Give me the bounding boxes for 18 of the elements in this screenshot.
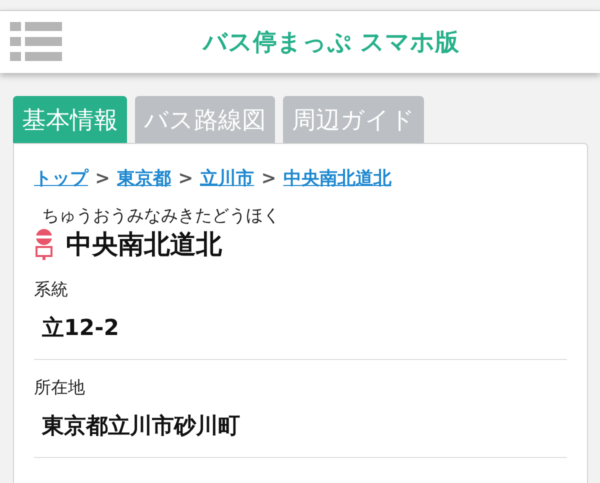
- bus-stop-icon: [34, 228, 54, 260]
- breadcrumb-separator: >: [95, 168, 110, 188]
- breadcrumb-link[interactable]: 東京都: [117, 166, 172, 190]
- breadcrumb-link[interactable]: 中央南北道北: [283, 166, 392, 190]
- breadcrumb-link[interactable]: トップ: [34, 166, 88, 190]
- breadcrumb-separator: >: [261, 168, 276, 188]
- app-title: バス停まっぷ スマホ版: [201, 27, 460, 58]
- field-label: 系統: [34, 279, 69, 301]
- stop-name: 中央南北道北: [66, 229, 222, 262]
- field-value: 立12-2: [42, 314, 120, 343]
- tab[interactable]: 基本情報: [13, 96, 127, 143]
- field-value: 東京都立川市砂川町: [42, 412, 241, 441]
- menu-button[interactable]: [10, 22, 62, 62]
- breadcrumb-separator: >: [178, 168, 194, 188]
- field-label: 所在地: [34, 377, 86, 399]
- menu-icon: [10, 22, 62, 62]
- stop-name-reading: ちゅうおうみなみきたどうほく: [42, 205, 281, 227]
- breadcrumb-link[interactable]: 立川市: [200, 166, 254, 190]
